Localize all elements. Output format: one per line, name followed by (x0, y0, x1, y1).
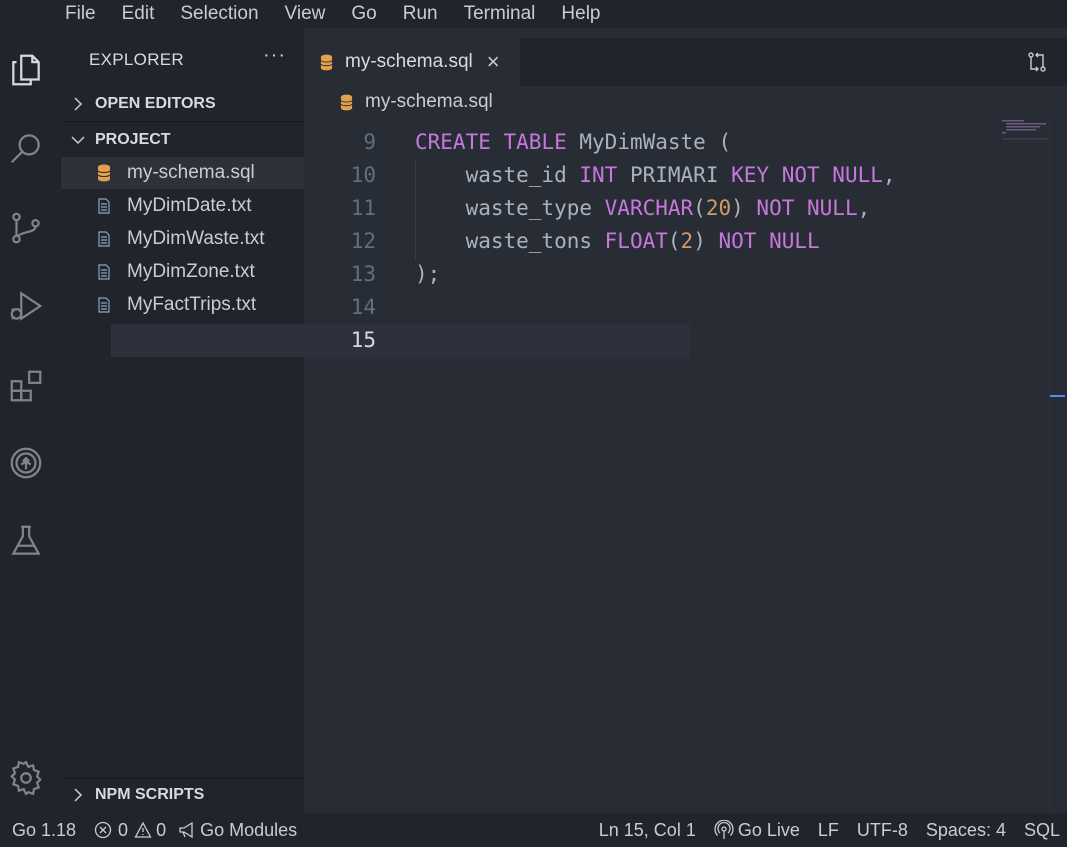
menu-bar: File Edit Selection View Go Run Terminal… (0, 0, 1067, 28)
go-live-button[interactable]: Go Live (714, 820, 800, 841)
warning-icon (134, 821, 152, 838)
broadcast-icon (714, 820, 734, 839)
breadcrumb-file[interactable]: my-schema.sql (365, 91, 493, 113)
menu-edit[interactable]: Edit (122, 1, 155, 27)
breadcrumb: my-schema.sql (304, 86, 493, 118)
database-icon (97, 164, 119, 182)
settings-gear-icon[interactable] (6, 758, 46, 798)
text-file-icon (97, 198, 119, 214)
menu-help[interactable]: Help (561, 1, 600, 27)
code-line: 10 waste_id INT PRIMARI KEY NOT NULL, (304, 159, 1049, 192)
file-item-mydimdate[interactable]: MyDimDate.txt (61, 190, 304, 222)
status-bar: Go 1.18 0 0 Go Modules Ln 15, Col 1 Go L… (0, 813, 1067, 847)
code-line: 13 ); (304, 258, 1049, 291)
section-project[interactable]: PROJECT (61, 124, 304, 156)
testing-flask-icon[interactable] (6, 521, 46, 561)
close-icon[interactable]: × (487, 49, 500, 75)
database-icon (320, 54, 333, 71)
line-number: 13 (350, 262, 376, 286)
file-name: MyDimDate.txt (127, 195, 252, 216)
remote-tree-icon[interactable] (6, 443, 46, 483)
menu-run[interactable]: Run (403, 1, 438, 27)
cursor-position[interactable]: Ln 15, Col 1 (599, 820, 696, 841)
code-editor[interactable]: 9 CREATE TABLE MyDimWaste ( 10 waste_id … (304, 126, 1049, 813)
code-line-current: 15 (304, 324, 1049, 357)
file-item-mydimwaste[interactable]: MyDimWaste.txt (61, 223, 304, 255)
extensions-icon[interactable] (6, 366, 46, 406)
scrollbar-cursor-marker (1050, 395, 1065, 397)
explorer-title: EXPLORER (89, 50, 184, 69)
chevron-right-icon (61, 97, 95, 111)
file-name: my-schema.sql (127, 162, 255, 183)
file-name: MyDimZone.txt (127, 261, 255, 282)
tab-my-schema-sql[interactable]: my-schema.sql × (304, 38, 520, 86)
warning-count: 0 (156, 819, 167, 840)
section-open-editors[interactable]: OPEN EDITORS (61, 88, 304, 120)
explorer-icon[interactable] (6, 50, 46, 90)
code-line: 9 CREATE TABLE MyDimWaste ( (304, 126, 1049, 159)
file-item-myfacttrips[interactable]: MyFactTrips.txt (61, 289, 304, 321)
code-line: 11 waste_type VARCHAR(20) NOT NULL, (304, 192, 1049, 225)
section-label: OPEN EDITORS (95, 95, 216, 112)
line-number: 15 (350, 328, 376, 352)
text-file-icon (97, 264, 119, 280)
line-number: 9 (363, 130, 376, 154)
chevron-right-icon (61, 788, 95, 802)
code-text: waste_type VARCHAR(20) NOT NULL, (415, 196, 871, 220)
menu-selection[interactable]: Selection (180, 1, 258, 27)
minimap[interactable] (1000, 118, 1050, 158)
chevron-down-icon (61, 134, 95, 146)
code-text: ); (415, 262, 441, 286)
tab-label: my-schema.sql (345, 51, 473, 72)
encoding-indicator[interactable]: UTF-8 (857, 820, 908, 841)
error-count: 0 (118, 819, 129, 840)
line-number: 12 (350, 229, 376, 253)
more-actions-icon[interactable]: ··· (263, 44, 286, 67)
code-text: waste_id INT PRIMARI KEY NOT NULL, (415, 163, 896, 187)
run-debug-icon[interactable] (6, 286, 46, 326)
source-control-icon[interactable] (6, 208, 46, 248)
error-icon (94, 821, 112, 839)
line-number: 11 (350, 196, 376, 220)
menu-file[interactable]: File (65, 1, 96, 27)
code-text: waste_tons FLOAT(2) NOT NULL (415, 229, 820, 253)
section-label: PROJECT (95, 131, 171, 148)
file-item-mydimzone[interactable]: MyDimZone.txt (61, 256, 304, 288)
scrollbar-track[interactable] (1049, 118, 1050, 813)
text-file-icon (97, 297, 119, 313)
code-line: 12 waste_tons FLOAT(2) NOT NULL (304, 225, 1049, 258)
code-line: 14 (304, 291, 1049, 324)
activity-bar (0, 28, 61, 813)
menu-terminal[interactable]: Terminal (464, 1, 536, 27)
problems-indicator[interactable]: 0 0 (94, 820, 166, 841)
indentation-indicator[interactable]: Spaces: 4 (926, 820, 1006, 841)
section-label: NPM SCRIPTS (95, 786, 205, 803)
code-text: CREATE TABLE MyDimWaste ( (415, 130, 732, 154)
file-name: MyFactTrips.txt (127, 294, 257, 315)
search-icon[interactable] (6, 128, 46, 168)
language-mode[interactable]: SQL (1024, 820, 1060, 841)
megaphone-icon (179, 821, 193, 839)
eol-indicator[interactable]: LF (818, 820, 839, 841)
menu-view[interactable]: View (285, 1, 326, 27)
explorer-sidebar: EXPLORER ··· OPEN EDITORS PROJECT my-sch… (61, 28, 304, 813)
file-name: MyDimWaste.txt (127, 228, 265, 249)
go-version[interactable]: Go 1.18 (12, 820, 76, 841)
go-modules[interactable]: Go Modules (178, 820, 297, 841)
compare-changes-icon[interactable] (1025, 50, 1049, 79)
menu-go[interactable]: Go (351, 1, 376, 27)
section-npm-scripts[interactable]: NPM SCRIPTS (61, 779, 304, 811)
line-number: 10 (350, 163, 376, 187)
database-icon (340, 94, 353, 111)
editor-tabs: my-schema.sql × (304, 38, 1067, 86)
text-file-icon (97, 231, 119, 247)
line-number: 14 (350, 295, 376, 319)
section-divider (61, 121, 304, 122)
file-item-my-schema-sql[interactable]: my-schema.sql (61, 157, 304, 189)
